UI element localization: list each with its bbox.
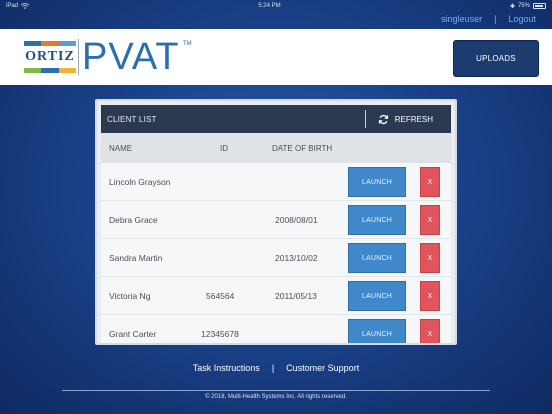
client-id: 564564 [206,291,235,301]
launch-button[interactable]: LAUNCH [348,167,406,197]
table-row: Sandra Martin 2013/10/02 LAUNCH X [101,239,451,277]
logo-trademark: TM [183,41,192,47]
table-row: Debra Grace 2008/08/01 LAUNCH X [101,201,451,239]
status-time: 5:24 PM [258,3,281,9]
logo-bar-bottom [24,68,76,73]
footer-divider [62,390,490,391]
logout-link[interactable]: Logout [508,14,536,24]
client-name: Sandra Martin [109,253,163,263]
column-header-name: NAME [109,144,133,153]
refresh-button[interactable]: REFRESH [378,114,451,125]
table-row: Victoria Ng 564564 2011/05/13 LAUNCH X [101,277,451,315]
delete-client-button[interactable]: X [420,167,440,197]
task-instructions-link[interactable]: Task Instructions [193,363,260,373]
status-left: iPad [6,3,30,9]
client-list-header: CLIENT LIST REFRESH [101,105,451,133]
launch-button[interactable]: LAUNCH [348,243,406,273]
logo-ortiz-text: ORTIZ [25,49,75,64]
client-dob: 2011/05/13 [275,291,317,301]
delete-client-button[interactable]: X [420,205,440,235]
user-links: singleuser | Logout [441,12,536,26]
ortiz-logo: ORTIZ [24,37,76,77]
client-dob: 2008/08/01 [275,215,318,225]
footer-links: Task Instructions | Customer Support [0,360,552,376]
delete-client-button[interactable]: X [420,243,440,273]
client-name: Debra Grace [109,215,158,225]
client-name: Lincoln Grayson [109,177,171,187]
launch-button[interactable]: LAUNCH [348,319,406,343]
app-header: ORTIZ PVAT TM UPLOADS [0,29,552,85]
client-id: 12345678 [201,329,239,339]
table-row: Lincoln Grayson LAUNCH X [101,163,451,201]
column-header-id: ID [220,144,228,153]
logo-pvat-text: PVAT [82,36,180,78]
battery-percent: 75% [517,3,530,9]
user-links-separator: | [494,14,497,24]
username-link[interactable]: singleuser [441,14,482,24]
bluetooth-icon: ✱ [509,3,515,10]
delete-client-button[interactable]: X [420,281,440,311]
logo-bar-top [24,41,76,46]
column-header-dob: DATE OF BIRTH [272,144,333,153]
footer-separator: | [271,363,275,373]
header-separator [364,110,366,128]
status-right: ✱ 75% [510,3,546,10]
refresh-label: REFRESH [394,114,433,124]
launch-button[interactable]: LAUNCH [348,281,406,311]
client-list-title: CLIENT LIST [107,114,157,124]
status-bar: iPad 5:24 PM ✱ 75% [0,0,552,12]
carrier-label: iPad [6,3,19,9]
customer-support-link[interactable]: Customer Support [286,363,359,373]
launch-button[interactable]: LAUNCH [348,205,406,235]
client-name: Victoria Ng [109,291,151,301]
refresh-icon [378,114,388,124]
client-dob: 2013/10/02 [275,253,318,263]
copyright-text: © 2018, Multi-Health Systems Inc. All ri… [205,394,347,400]
wifi-icon [21,3,30,9]
table-row: Grant Carter 12345678 LAUNCH X [101,315,451,343]
client-rows[interactable]: Lincoln Grayson LAUNCH X Debra Grace 200… [101,163,451,343]
logo-divider [78,39,79,75]
uploads-button[interactable]: UPLOADS [453,40,539,77]
delete-client-button[interactable]: X [420,319,440,343]
battery-icon [532,3,546,9]
column-headers: NAME ID DATE OF BIRTH [101,133,451,163]
client-list-card: CLIENT LIST REFRESH NAME ID DATE OF BIRT… [95,99,457,345]
client-name: Grant Carter [109,329,157,339]
